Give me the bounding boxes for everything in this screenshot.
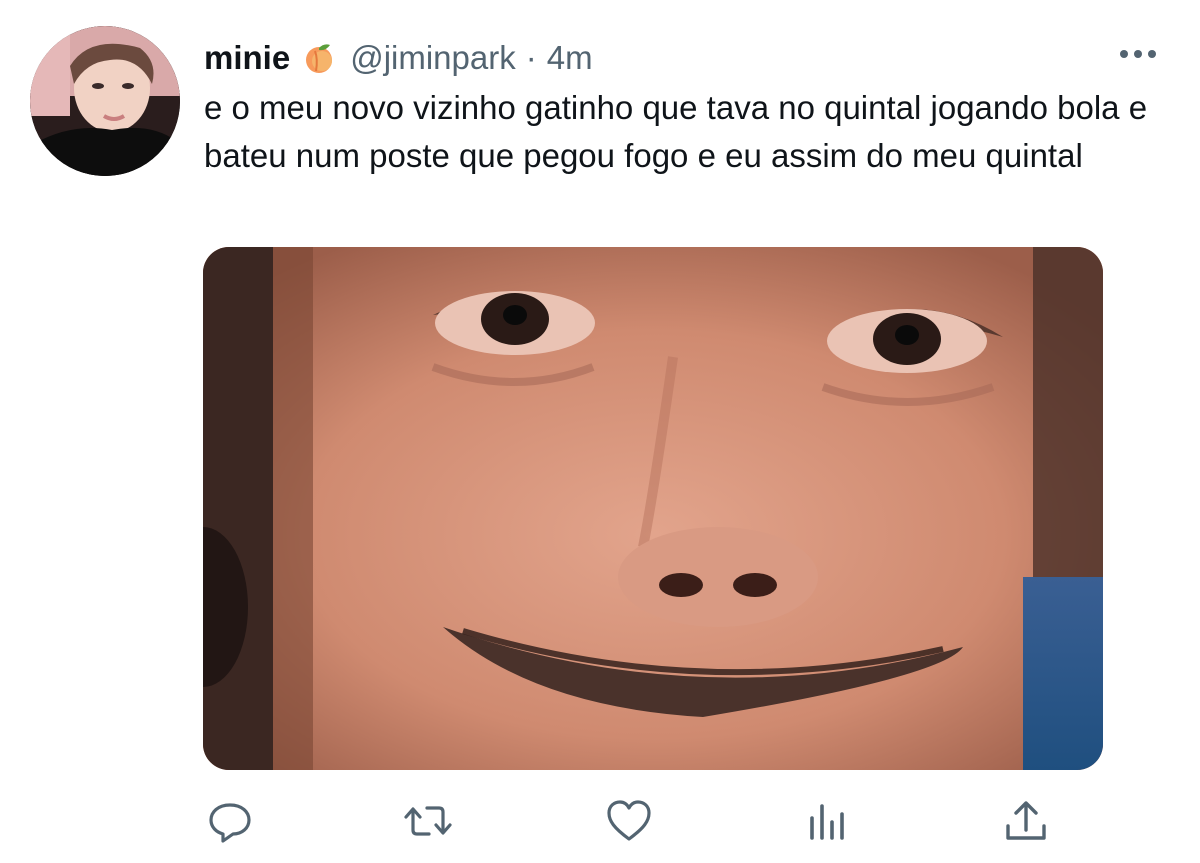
avatar[interactable] bbox=[30, 26, 180, 176]
more-button[interactable] bbox=[1118, 42, 1158, 66]
retweet-icon bbox=[404, 806, 452, 836]
timestamp[interactable]: 4m bbox=[547, 36, 593, 80]
like-button[interactable] bbox=[604, 796, 654, 846]
retweet-button[interactable] bbox=[403, 796, 453, 846]
user-handle[interactable]: @jiminpark bbox=[350, 36, 516, 80]
peach-icon bbox=[302, 41, 336, 75]
tweet-media[interactable] bbox=[203, 247, 1103, 770]
tweet-header: minie @jiminpark · 4m bbox=[204, 36, 593, 80]
heart-icon bbox=[607, 800, 651, 841]
avatar-image bbox=[30, 26, 180, 176]
share-button[interactable] bbox=[1001, 796, 1051, 846]
media-image bbox=[203, 247, 1103, 770]
reply-button[interactable] bbox=[205, 796, 255, 846]
separator: · bbox=[525, 39, 537, 76]
reply-icon bbox=[209, 803, 251, 843]
tweet-text: e o meu novo vizinho gatinho que tava no… bbox=[204, 89, 1148, 174]
analytics-icon bbox=[810, 804, 844, 840]
share-icon bbox=[1006, 801, 1046, 840]
action-bar bbox=[0, 796, 1200, 846]
analytics-button[interactable] bbox=[802, 796, 852, 846]
display-name[interactable]: minie bbox=[204, 36, 290, 80]
more-horizontal-icon bbox=[1120, 50, 1156, 58]
tweet: minie @jiminpark · 4m e o meu novo vizin… bbox=[0, 0, 1200, 863]
